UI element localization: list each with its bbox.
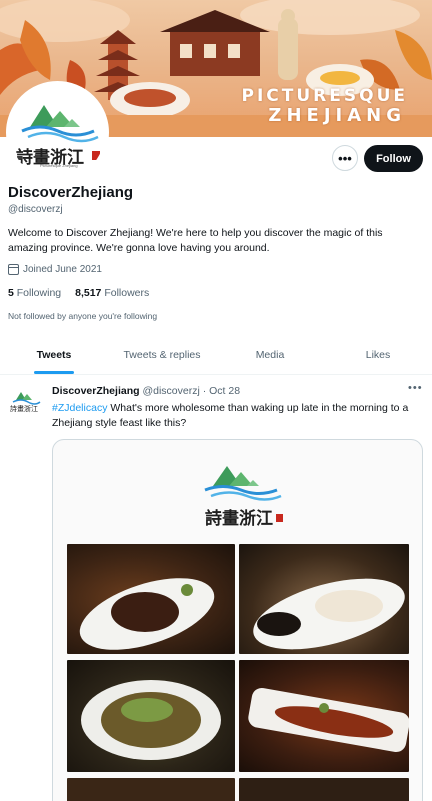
tweet-author-avatar[interactable]: 詩畫浙江 xyxy=(8,386,44,422)
tweet-media[interactable]: 詩畫浙江 xyxy=(52,439,423,801)
dish-image xyxy=(81,680,221,760)
food-photo-sausage[interactable] xyxy=(239,660,409,772)
tab-media[interactable]: Media xyxy=(216,337,324,374)
card-logo-text: 詩畫浙江 xyxy=(205,509,273,529)
mountain-logo-icon xyxy=(21,105,99,143)
display-name: DiscoverZhejiang xyxy=(8,184,134,201)
tweet-author-name[interactable]: DiscoverZhejiang xyxy=(52,385,140,397)
tab-likes[interactable]: Likes xyxy=(324,337,432,374)
tweet-hashtag[interactable]: #ZJdelicacy xyxy=(52,402,107,414)
followers-link[interactable]: 8,517 Followers xyxy=(75,287,149,299)
banner-title: PICTURESQUE ZHEJIANG xyxy=(242,86,408,126)
food-photo-chicken[interactable] xyxy=(239,544,409,654)
dish-image xyxy=(253,578,405,650)
profile-tabs: Tweets Tweets & replies Media Likes xyxy=(0,337,432,375)
tweet-separator: · xyxy=(202,385,207,397)
joined-date-text: Joined June 2021 xyxy=(23,264,102,275)
seal-icon xyxy=(92,151,100,160)
follow-button[interactable]: Follow xyxy=(364,145,423,172)
more-options-button[interactable]: ••• xyxy=(332,145,358,171)
profile-bio: Welcome to Discover Zhejiang! We're here… xyxy=(8,227,383,254)
tweet-avatar-text: 詩畫浙江 xyxy=(10,405,38,413)
user-handle: @discoverzj xyxy=(8,204,63,215)
tweet-more-button[interactable]: ••• xyxy=(408,382,423,394)
banner-title-line1: PICTURESQUE xyxy=(241,86,408,106)
following-count: 5 xyxy=(8,287,14,299)
follow-stats: 5 Following 8,517 Followers xyxy=(8,287,149,299)
tweet-author-handle[interactable]: @discoverzj xyxy=(142,385,199,397)
food-photo-5[interactable] xyxy=(67,778,235,801)
followers-count: 8,517 xyxy=(75,287,102,299)
food-photo-noodles[interactable] xyxy=(67,660,235,772)
food-photo-6[interactable] xyxy=(239,778,409,801)
tweet-header: DiscoverZhejiang @discoverzj · Oct 28 xyxy=(52,385,240,397)
following-link[interactable]: 5 Following xyxy=(8,287,61,299)
seal-icon xyxy=(276,514,283,522)
following-label: Following xyxy=(16,287,62,299)
dish-image xyxy=(79,578,215,650)
avatar-logo-subtext: Picturesque Zhejiang xyxy=(40,163,78,168)
joined-date: Joined June 2021 xyxy=(8,264,102,275)
tab-tweets[interactable]: Tweets xyxy=(0,337,108,374)
profile-avatar[interactable]: 詩畫浙江 Picturesque Zhejiang xyxy=(6,81,109,184)
calendar-icon xyxy=(8,264,19,275)
mountain-logo-icon xyxy=(12,392,41,405)
tweet-text: #ZJdelicacy What's more wholesome than w… xyxy=(52,401,424,431)
dish-image xyxy=(248,687,409,753)
banner-title-line2: ZHEJIANG xyxy=(268,105,406,126)
followers-label: Followers xyxy=(104,287,150,299)
tab-tweets-replies[interactable]: Tweets & replies xyxy=(108,337,216,374)
not-followed-note: Not followed by anyone you're following xyxy=(8,311,158,321)
tweet-date[interactable]: Oct 28 xyxy=(209,385,240,397)
mountain-logo-icon xyxy=(204,466,282,501)
food-photo-beef[interactable] xyxy=(67,544,235,654)
